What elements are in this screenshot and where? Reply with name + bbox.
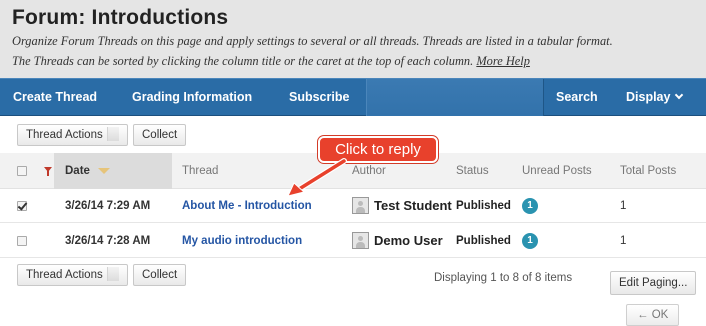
thread-actions-dropdown[interactable]: Thread Actions <box>17 124 128 146</box>
unread-count-badge[interactable]: 1 <box>522 198 538 214</box>
display-menu[interactable]: Display <box>626 79 684 116</box>
create-thread-button[interactable]: Create Thread <box>13 79 97 116</box>
status-column-header[interactable]: Status <box>456 153 489 189</box>
thread-column-header[interactable]: Thread <box>182 153 218 189</box>
dropdown-arrow-icon <box>106 266 119 281</box>
row-total-posts: 1 <box>620 200 627 212</box>
subscribe-button[interactable]: Subscribe <box>289 79 349 116</box>
grading-information-button[interactable]: Grading Information <box>132 79 252 116</box>
page-header: Forum: Introductions Organize Forum Thre… <box>0 0 706 78</box>
chevron-down-icon <box>675 90 684 100</box>
date-column-header[interactable]: Date <box>54 153 172 189</box>
select-all-checkbox[interactable] <box>17 166 27 176</box>
search-box[interactable] <box>366 79 544 116</box>
author-name: Demo User <box>374 233 443 248</box>
table-row: 3/26/14 7:28 AM My audio introduction De… <box>0 224 706 258</box>
thread-actions-dropdown-bottom[interactable]: Thread Actions <box>17 264 128 286</box>
collect-button-bottom[interactable]: Collect <box>133 264 187 286</box>
more-help-link[interactable]: More Help <box>476 54 530 68</box>
flag-icon[interactable] <box>44 167 52 176</box>
avatar-icon <box>352 232 369 249</box>
display-label: Display <box>626 90 671 104</box>
page-description-line1: Organize Forum Threads on this page and … <box>12 34 613 48</box>
dropdown-arrow-icon <box>106 126 119 141</box>
row-checkbox[interactable] <box>17 236 27 246</box>
row-status: Published <box>456 200 511 212</box>
thread-actions-label: Thread Actions <box>26 129 103 141</box>
action-bar: Create Thread Grading Information Subscr… <box>0 78 706 116</box>
sort-caret-icon[interactable] <box>98 168 110 174</box>
search-button[interactable]: Search <box>556 79 598 116</box>
collect-button[interactable]: Collect <box>133 124 187 146</box>
thread-actions-label: Thread Actions <box>26 269 103 281</box>
total-posts-column-header[interactable]: Total Posts <box>620 153 676 189</box>
unread-count-badge[interactable]: 1 <box>522 233 538 249</box>
thread-link[interactable]: My audio introduction <box>182 224 302 258</box>
row-date: 3/26/14 7:28 AM <box>65 235 151 247</box>
unread-posts-column-header[interactable]: Unread Posts <box>522 153 592 189</box>
row-status: Published <box>456 235 511 247</box>
row-total-posts: 1 <box>620 235 627 247</box>
row-checkbox[interactable] <box>17 201 27 211</box>
page-description-line2: The Threads can be sorted by clicking th… <box>12 53 694 70</box>
date-column-label: Date <box>65 165 90 177</box>
page-title: Forum: Introductions <box>12 6 229 29</box>
author-name: Test Student <box>374 198 452 213</box>
row-date: 3/26/14 7:29 AM <box>65 200 151 212</box>
callout-arrow-icon <box>287 158 347 197</box>
description-text: The Threads can be sorted by clicking th… <box>12 54 474 68</box>
paging-status: Displaying 1 to 8 of 8 items <box>434 272 573 284</box>
edit-paging-button[interactable]: Edit Paging... <box>610 271 697 295</box>
ok-button[interactable]: ← OK <box>626 304 680 326</box>
